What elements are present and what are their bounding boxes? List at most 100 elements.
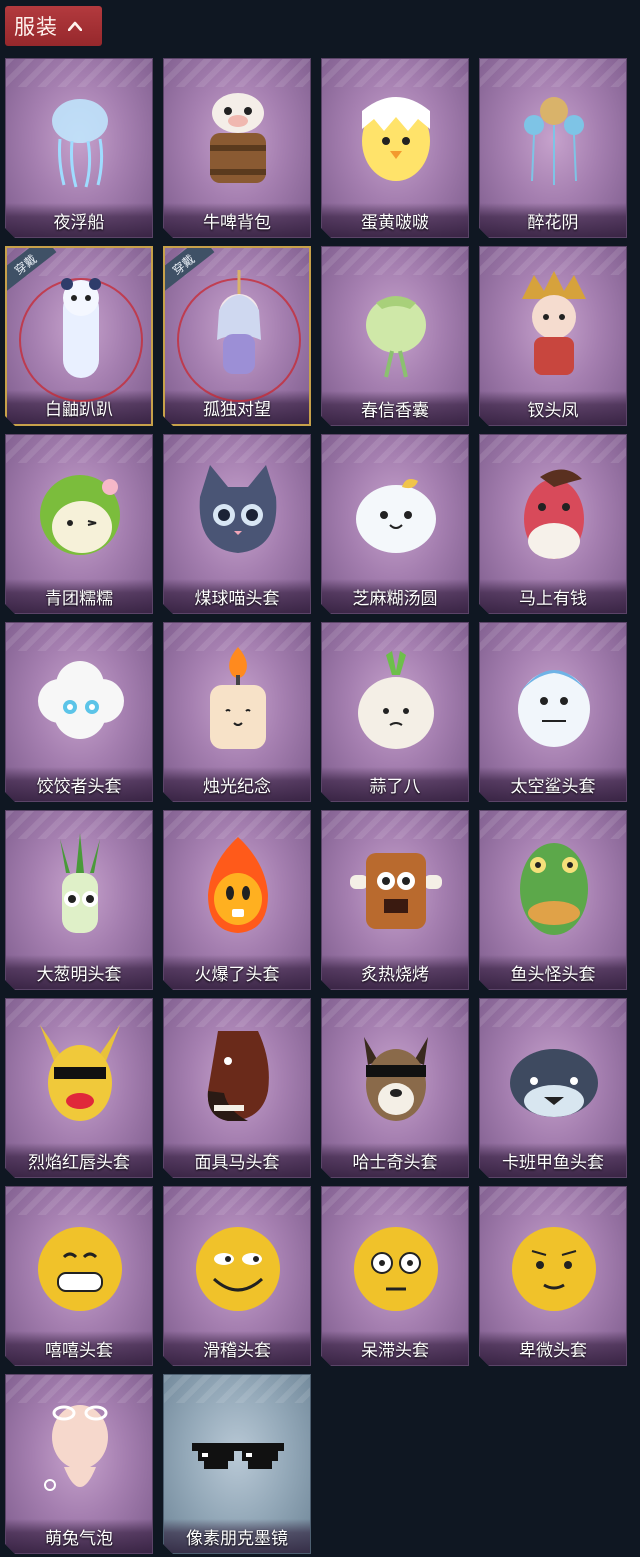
costume-name: 鱼头怪头套 [510,964,596,985]
costume-card[interactable]: 萌兔气泡 [5,1374,153,1554]
phoenix-crown-doll-icon [504,269,604,379]
shark-head-icon [504,645,604,755]
costume-name: 夜浮船 [53,212,105,233]
cat-head-icon [188,457,288,567]
costume-card[interactable]: 大葱明头套 [5,810,153,990]
costume-card[interactable]: 卡班甲鱼头套 [479,998,627,1178]
costume-name-bar: 蒜了八 [322,767,468,801]
costume-name: 火爆了头套 [194,964,280,985]
costume-name-bar: 哈士奇头套 [322,1143,468,1177]
whale-head-icon [504,1021,604,1131]
costume-name: 孤独对望 [203,399,271,420]
bbq-meat-head-icon [346,833,446,943]
costume-name-bar: 烈焰红唇头套 [6,1143,152,1177]
costume-card[interactable]: 火爆了头套 [163,810,311,990]
costume-name-bar: 芝麻糊汤圆 [322,579,468,613]
bubble-bunny-icon [30,1397,130,1507]
horse-mask-icon [188,1021,288,1131]
costume-name: 太空鲨头套 [510,776,596,797]
costume-name-bar: 呆滞头套 [322,1331,468,1365]
costume-card[interactable]: 太空鲨头套 [479,622,627,802]
costume-grid: 夜浮船 牛啤背包 蛋黄啵啵 醉花阴穿戴 白鼬趴趴 穿戴 孤独对望 春信香囊 钗头凤青团糯糯 煤球喵… [5,58,627,1554]
doll-charm-icon [189,270,289,380]
sachet-icon [346,269,446,379]
costume-name: 卡班甲鱼头套 [502,1152,604,1173]
costume-name-bar: 钗头凤 [480,391,626,425]
costume-name-bar: 面具马头套 [164,1143,310,1177]
yellow-mouse-sunglasses-icon [30,1021,130,1131]
costume-name: 哈士奇头套 [352,1152,438,1173]
costume-name: 嘻嘻头套 [45,1340,113,1361]
costume-card[interactable]: 烈焰红唇头套 [5,998,153,1178]
cow-beer-barrel-icon [188,81,288,191]
costume-card[interactable]: 醉花阴 [479,58,627,238]
costume-name: 蒜了八 [369,776,421,797]
fish-monster-head-icon [504,833,604,943]
costume-tab-label: 服装 [14,15,58,39]
costume-name: 萌兔气泡 [45,1528,113,1549]
costume-name: 炙热烧烤 [361,964,429,985]
costume-card[interactable]: 呆滞头套 [321,1186,469,1366]
costume-card[interactable]: 烛光纪念 [163,622,311,802]
costume-name: 呆滞头套 [361,1340,429,1361]
costume-card[interactable]: 哈士奇头套 [321,998,469,1178]
costume-name-bar: 牛啤背包 [164,203,310,237]
costume-tab[interactable]: 服装 [5,6,102,46]
costume-name-bar: 孤独对望 [165,390,309,424]
costume-name: 像素朋克墨镜 [186,1528,288,1549]
costume-card[interactable]: 蛋黄啵啵 [321,58,469,238]
costume-card[interactable]: 卑微头套 [479,1186,627,1366]
costume-name-bar: 滑稽头套 [164,1331,310,1365]
costume-card[interactable]: 滑稽头套 [163,1186,311,1366]
humble-emoji-icon [504,1209,604,1319]
costume-card[interactable]: 青团糯糯 [5,434,153,614]
costume-card[interactable]: 钗头凤 [479,246,627,426]
costume-name-bar: 太空鲨头套 [480,767,626,801]
pixel-sunglasses-icon [188,1397,288,1507]
costume-name-bar: 春信香囊 [322,391,468,425]
husky-head-icon [346,1021,446,1131]
costume-card[interactable]: 穿戴 孤独对望 [163,246,311,426]
costume-name: 烈焰红唇头套 [28,1152,130,1173]
costume-name-bar: 像素朋克墨镜 [164,1519,310,1553]
costume-name: 煤球喵头套 [194,588,280,609]
costume-name: 钗头凤 [527,400,579,421]
costume-card[interactable]: 夜浮船 [5,58,153,238]
costume-card[interactable]: 嘻嘻头套 [5,1186,153,1366]
smirk-emoji-icon [188,1209,288,1319]
costume-card[interactable]: 像素朋克墨镜 [163,1374,311,1554]
costume-card[interactable]: 牛啤背包 [163,58,311,238]
costume-name: 烛光纪念 [203,776,271,797]
costume-name: 蛋黄啵啵 [361,212,429,233]
costume-card[interactable]: 煤球喵头套 [163,434,311,614]
costume-name-bar: 大葱明头套 [6,955,152,989]
costume-card[interactable]: 饺饺者头套 [5,622,153,802]
costume-name: 面具马头套 [194,1152,280,1173]
costume-card[interactable]: 面具马头套 [163,998,311,1178]
costume-name-bar: 蛋黄啵啵 [322,203,468,237]
costume-card[interactable]: 蒜了八 [321,622,469,802]
costume-card[interactable]: 鱼头怪头套 [479,810,627,990]
costume-card[interactable]: 炙热烧烤 [321,810,469,990]
costume-name: 青团糯糯 [45,588,113,609]
costume-name-bar: 白鼬趴趴 [7,390,151,424]
costume-name: 牛啤背包 [203,212,271,233]
costume-name: 大葱明头套 [36,964,122,985]
costume-name-bar: 煤球喵头套 [164,579,310,613]
costume-name-bar: 青团糯糯 [6,579,152,613]
costume-card[interactable]: 马上有钱 [479,434,627,614]
costume-name: 芝麻糊汤圆 [352,588,438,609]
costume-name-bar: 饺饺者头套 [6,767,152,801]
costume-name-bar: 萌兔气泡 [6,1519,152,1553]
costume-name: 饺饺者头套 [36,776,122,797]
tangyuan-head-icon [346,457,446,567]
costume-name: 醉花阴 [527,212,579,233]
costume-name-bar: 嘻嘻头套 [6,1331,152,1365]
costume-name-bar: 夜浮船 [6,203,152,237]
costume-card[interactable]: 穿戴 白鼬趴趴 [5,246,153,426]
grin-emoji-icon [30,1209,130,1319]
costume-card[interactable]: 春信香囊 [321,246,469,426]
jellyfish-icon [30,81,130,191]
costume-name: 马上有钱 [519,588,587,609]
costume-card[interactable]: 芝麻糊汤圆 [321,434,469,614]
